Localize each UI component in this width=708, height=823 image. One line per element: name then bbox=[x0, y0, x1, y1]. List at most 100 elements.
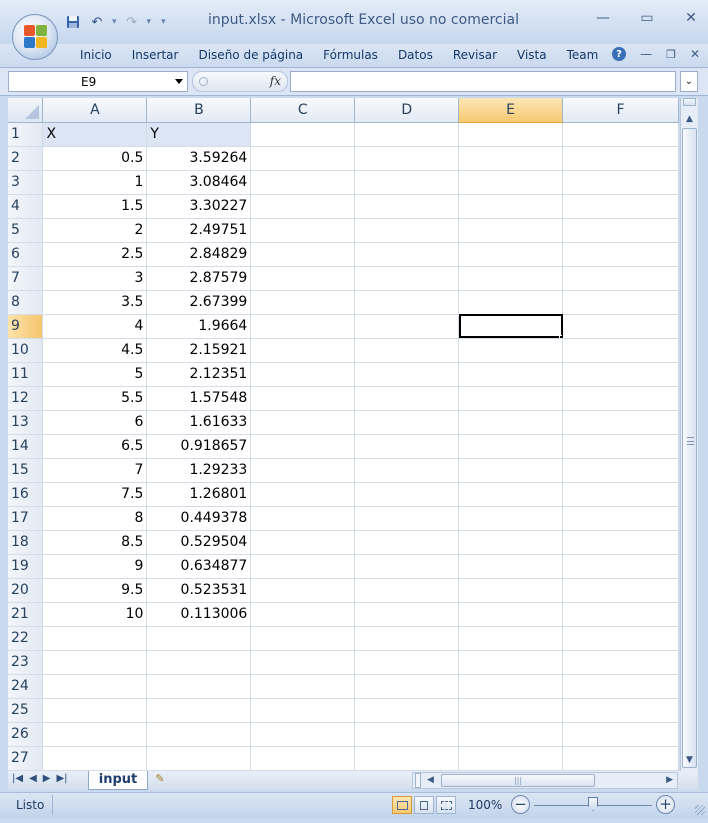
cell-a23[interactable] bbox=[42, 650, 148, 675]
scroll-right-icon[interactable]: ▶ bbox=[666, 773, 673, 788]
row-header-9[interactable]: 9 bbox=[8, 314, 44, 339]
cell-e26[interactable] bbox=[458, 722, 564, 747]
vertical-scroll-thumb[interactable] bbox=[682, 128, 697, 768]
cell-e9[interactable] bbox=[458, 314, 564, 339]
horizontal-scrollbar[interactable]: ◀ ||| ▶ bbox=[412, 772, 678, 789]
row-header-5[interactable]: 5 bbox=[8, 218, 44, 243]
cell-f6[interactable] bbox=[562, 242, 679, 267]
cell-c14[interactable] bbox=[250, 434, 356, 459]
row-header-3[interactable]: 3 bbox=[8, 170, 44, 195]
cell-c2[interactable] bbox=[250, 146, 356, 171]
cell-f3[interactable] bbox=[562, 170, 679, 195]
cell-c16[interactable] bbox=[250, 482, 356, 507]
cell-d16[interactable] bbox=[354, 482, 460, 507]
cell-e17[interactable] bbox=[458, 506, 564, 531]
cell-e20[interactable] bbox=[458, 578, 564, 603]
cell-b10[interactable]: 2.15921 bbox=[146, 338, 252, 363]
fill-handle[interactable] bbox=[559, 334, 562, 337]
cell-d24[interactable] bbox=[354, 674, 460, 699]
cell-d20[interactable] bbox=[354, 578, 460, 603]
cell-b17[interactable]: 0.449378 bbox=[146, 506, 252, 531]
row-header-17[interactable]: 17 bbox=[8, 506, 44, 531]
cell-a6[interactable]: 2.5 bbox=[42, 242, 148, 267]
cell-d19[interactable] bbox=[354, 554, 460, 579]
cell-b5[interactable]: 2.49751 bbox=[146, 218, 252, 243]
cell-d4[interactable] bbox=[354, 194, 460, 219]
row-header-15[interactable]: 15 bbox=[8, 458, 44, 483]
column-header-b[interactable]: B bbox=[146, 98, 252, 123]
ribbon-minimize-icon[interactable]: — bbox=[640, 47, 652, 61]
cell-b15[interactable]: 1.29233 bbox=[146, 458, 252, 483]
scroll-left-icon[interactable]: ◀ bbox=[427, 773, 434, 788]
cell-b26[interactable] bbox=[146, 722, 252, 747]
cell-a18[interactable]: 8.5 bbox=[42, 530, 148, 555]
cell-a5[interactable]: 2 bbox=[42, 218, 148, 243]
row-header-25[interactable]: 25 bbox=[8, 698, 44, 723]
undo-dropdown-icon[interactable]: ▾ bbox=[112, 17, 117, 27]
cell-b20[interactable]: 0.523531 bbox=[146, 578, 252, 603]
tab-inicio[interactable]: Inicio bbox=[70, 48, 122, 62]
cell-d23[interactable] bbox=[354, 650, 460, 675]
tab-insertar[interactable]: Insertar bbox=[122, 48, 189, 62]
cell-b8[interactable]: 2.67399 bbox=[146, 290, 252, 315]
cell-c26[interactable] bbox=[250, 722, 356, 747]
cell-b13[interactable]: 1.61633 bbox=[146, 410, 252, 435]
cell-c8[interactable] bbox=[250, 290, 356, 315]
cell-c17[interactable] bbox=[250, 506, 356, 531]
cell-d6[interactable] bbox=[354, 242, 460, 267]
cell-f13[interactable] bbox=[562, 410, 679, 435]
tab-formulas[interactable]: Fórmulas bbox=[313, 48, 388, 62]
cell-b14[interactable]: 0.918657 bbox=[146, 434, 252, 459]
row-header-19[interactable]: 19 bbox=[8, 554, 44, 579]
cell-a9[interactable]: 4 bbox=[42, 314, 148, 339]
row-header-24[interactable]: 24 bbox=[8, 674, 44, 699]
cell-f25[interactable] bbox=[562, 698, 679, 723]
row-header-16[interactable]: 16 bbox=[8, 482, 44, 507]
cell-b19[interactable]: 0.634877 bbox=[146, 554, 252, 579]
vertical-scrollbar[interactable]: ▲ ▼ bbox=[680, 98, 698, 771]
cell-c5[interactable] bbox=[250, 218, 356, 243]
row-header-27[interactable]: 27 bbox=[8, 746, 44, 771]
name-box[interactable]: E9 bbox=[8, 71, 188, 92]
cell-d10[interactable] bbox=[354, 338, 460, 363]
office-button[interactable] bbox=[12, 14, 58, 60]
cell-c20[interactable] bbox=[250, 578, 356, 603]
help-icon[interactable]: ? bbox=[612, 47, 627, 61]
cell-b21[interactable]: 0.113006 bbox=[146, 602, 252, 627]
cell-b25[interactable] bbox=[146, 698, 252, 723]
cell-f9[interactable] bbox=[562, 314, 679, 339]
cell-a8[interactable]: 3.5 bbox=[42, 290, 148, 315]
minimize-icon[interactable]: — bbox=[592, 10, 614, 26]
cell-d1[interactable] bbox=[354, 122, 460, 147]
cell-f10[interactable] bbox=[562, 338, 679, 363]
row-header-6[interactable]: 6 bbox=[8, 242, 44, 267]
cell-c27[interactable] bbox=[250, 746, 356, 771]
first-sheet-icon[interactable]: |◀ bbox=[12, 773, 23, 784]
cell-f7[interactable] bbox=[562, 266, 679, 291]
cell-f16[interactable] bbox=[562, 482, 679, 507]
cell-d3[interactable] bbox=[354, 170, 460, 195]
tab-revisar[interactable]: Revisar bbox=[443, 48, 507, 62]
cell-a25[interactable] bbox=[42, 698, 148, 723]
cell-a10[interactable]: 4.5 bbox=[42, 338, 148, 363]
cell-f17[interactable] bbox=[562, 506, 679, 531]
cell-f22[interactable] bbox=[562, 626, 679, 651]
cell-f5[interactable] bbox=[562, 218, 679, 243]
undo-icon[interactable]: ↶ bbox=[88, 13, 106, 31]
cell-f4[interactable] bbox=[562, 194, 679, 219]
cell-f20[interactable] bbox=[562, 578, 679, 603]
zoom-out-icon[interactable]: − bbox=[511, 795, 530, 814]
cell-a24[interactable] bbox=[42, 674, 148, 699]
row-header-12[interactable]: 12 bbox=[8, 386, 44, 411]
cell-a12[interactable]: 5.5 bbox=[42, 386, 148, 411]
cell-f27[interactable] bbox=[562, 746, 679, 771]
cell-b4[interactable]: 3.30227 bbox=[146, 194, 252, 219]
cell-b2[interactable]: 3.59264 bbox=[146, 146, 252, 171]
scroll-up-icon[interactable]: ▲ bbox=[681, 110, 698, 127]
cell-e10[interactable] bbox=[458, 338, 564, 363]
row-header-13[interactable]: 13 bbox=[8, 410, 44, 435]
cell-a1[interactable]: X bbox=[42, 122, 148, 147]
cell-c18[interactable] bbox=[250, 530, 356, 555]
cell-f19[interactable] bbox=[562, 554, 679, 579]
cell-f24[interactable] bbox=[562, 674, 679, 699]
